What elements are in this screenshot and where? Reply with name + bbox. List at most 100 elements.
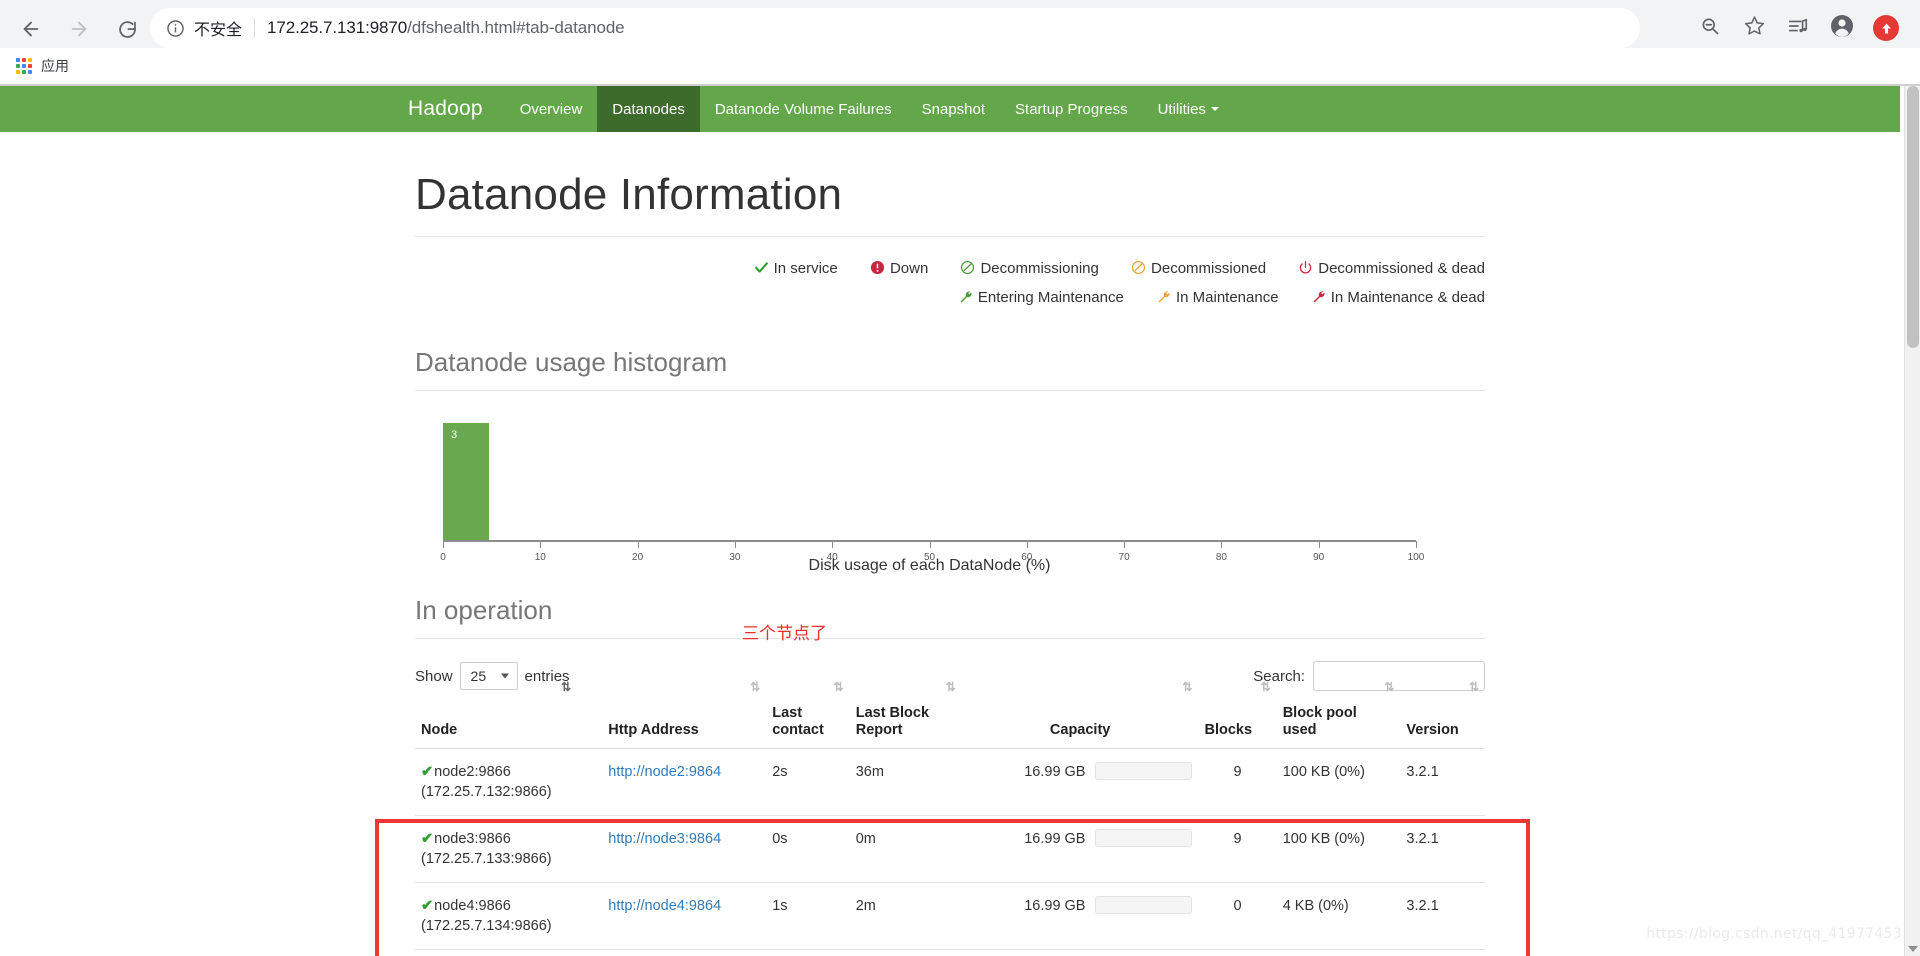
cell-node-name: node2:9866	[434, 764, 511, 780]
table-footer: Showing 1 to 3 of 3 entries Previous 1 N…	[415, 950, 1485, 956]
scrollbar-thumb[interactable]	[1907, 86, 1919, 348]
browser-toolbar-icons	[1690, 8, 1906, 48]
reading-list-icon	[1787, 15, 1809, 42]
column-header-blocks-l2: Blocks	[1204, 722, 1253, 738]
column-header-last-block-report-l1: Last Block	[855, 705, 930, 721]
capacity-progress-bar	[1095, 896, 1193, 914]
legend-decommissioning-label: Decommissioning	[980, 260, 1099, 277]
legend-in-maintenance-label: In Maintenance	[1175, 289, 1279, 306]
profile-avatar-icon	[1830, 14, 1854, 43]
annotation-note: 三个节点了	[742, 624, 827, 644]
http-address-link[interactable]: http://node4:9864	[608, 898, 721, 914]
http-address-link[interactable]: http://node3:9864	[608, 831, 721, 847]
cell-last-contact: 2s	[766, 748, 850, 816]
legend-down-label: Down	[889, 260, 929, 277]
nav-item-datanode-volume-failures[interactable]: Datanode Volume Failures	[700, 86, 907, 132]
column-header-last-block-report[interactable]: ⇅ Last Block Report	[849, 681, 962, 749]
table-head: ⇅ Node ⇅ Http Address ⇅ Last contact ⇅ L…	[415, 681, 1485, 749]
nav-item-snapshot[interactable]: Snapshot	[907, 86, 1000, 132]
legend-entering-maintenance-label: Entering Maintenance	[977, 289, 1124, 306]
column-header-capacity[interactable]: ⇅ Capacity	[961, 681, 1199, 749]
cell-node: ✔node3:9866 (172.25.7.133:9866)	[415, 815, 603, 883]
bookmark-button[interactable]	[1734, 8, 1774, 48]
sort-icon[interactable]: ⇅	[750, 681, 760, 693]
omnibox-divider	[254, 18, 256, 38]
sort-icon[interactable]: ⇅	[1182, 681, 1192, 693]
forward-button[interactable]	[58, 8, 100, 50]
sort-icon[interactable]: ⇅	[946, 681, 956, 693]
update-icon	[1873, 15, 1899, 41]
nav-item-overview[interactable]: Overview	[505, 86, 598, 132]
check-icon: ✔	[421, 764, 434, 780]
legend-down: Down	[868, 255, 928, 284]
cell-node: ✔node2:9866 (172.25.7.132:9866)	[415, 748, 603, 816]
sort-icon[interactable]: ⇅	[561, 681, 571, 693]
sort-icon[interactable]: ⇅	[1469, 681, 1479, 693]
capacity-text: 16.99 GB	[1024, 764, 1086, 780]
histogram-bar-label: 3	[451, 429, 458, 441]
histogram-axis-title: Disk usage of each DataNode (%)	[808, 557, 1051, 574]
profile-button[interactable]	[1822, 8, 1862, 48]
wrench-icon	[1309, 286, 1326, 313]
datanodes-table: ⇅ Node ⇅ Http Address ⇅ Last contact ⇅ L…	[415, 681, 1485, 950]
table-row: ✔node4:9866 (172.25.7.134:9866) http://nod…	[415, 882, 1485, 950]
info-circle-icon[interactable]	[166, 19, 185, 38]
navbar-brand[interactable]: Hadoop	[396, 86, 505, 132]
search-input[interactable]	[1313, 661, 1485, 691]
check-icon: ✔	[421, 831, 434, 847]
slashed-circle-icon	[1129, 257, 1146, 284]
legend-in-maintenance-dead-label: In Maintenance & dead	[1330, 289, 1485, 306]
histogram-tick	[1026, 541, 1028, 548]
legend-in-service-label: In service	[773, 260, 838, 277]
capacity-progress-bar	[1095, 829, 1193, 847]
show-entries-control: Show 25 entries	[415, 662, 570, 690]
cell-capacity: 16.99 GB	[961, 815, 1199, 883]
url-host: 172.25.7.131:9870	[267, 18, 408, 37]
cell-capacity: 16.99 GB	[961, 882, 1199, 950]
nav-item-utilities[interactable]: Utilities	[1143, 86, 1234, 132]
sort-icon[interactable]: ⇅	[1261, 681, 1271, 693]
sort-icon[interactable]: ⇅	[834, 681, 844, 693]
column-header-node-l2: Node	[421, 722, 458, 738]
scroll-down-arrow-icon[interactable]	[1908, 946, 1918, 952]
update-button[interactable]	[1866, 8, 1906, 48]
sort-icon[interactable]: ⇅	[1384, 681, 1394, 693]
column-header-last-contact[interactable]: ⇅ Last contact	[766, 681, 850, 749]
http-address-link[interactable]: http://node2:9864	[608, 764, 721, 780]
histogram-tick	[832, 541, 834, 548]
hadoop-navbar: Hadoop Overview Datanodes Datanode Volum…	[0, 86, 1900, 132]
page-scrollbar[interactable]	[1904, 86, 1920, 956]
column-header-blocks[interactable]: ⇅ Blocks	[1198, 681, 1277, 749]
back-button[interactable]	[10, 8, 52, 50]
watermark: https://blog.csdn.net/qq_41977453	[1646, 926, 1902, 942]
slashed-circle-icon	[958, 257, 975, 284]
forward-arrow-icon	[68, 18, 90, 40]
legend-in-maintenance: In Maintenance	[1154, 284, 1279, 313]
cell-node: ✔node4:9866 (172.25.7.134:9866)	[415, 882, 603, 950]
column-header-version[interactable]: ⇅ Version	[1400, 681, 1485, 749]
zoom-out-icon	[1700, 16, 1720, 41]
bookmark-apps[interactable]: 应用	[16, 56, 69, 76]
reload-button[interactable]	[106, 8, 148, 50]
histogram-tick	[443, 541, 444, 548]
legend-decommissioning: Decommissioning	[958, 255, 1099, 284]
nav-item-startup-progress[interactable]: Startup Progress	[1000, 86, 1143, 132]
column-header-block-pool-used-l1: Block pool	[1282, 705, 1357, 721]
column-header-node[interactable]: ⇅ Node	[415, 681, 603, 749]
table-row: ✔node2:9866 (172.25.7.132:9866) http://nod…	[415, 748, 1485, 816]
reading-list-button[interactable]	[1778, 8, 1818, 48]
cell-node-address: (172.25.7.133:9866)	[421, 851, 552, 867]
check-icon	[752, 257, 769, 284]
nav-item-datanodes[interactable]: Datanodes	[597, 86, 700, 132]
histogram-bar[interactable]: 3	[443, 423, 489, 541]
column-header-block-pool-used[interactable]: ⇅ Block pool used	[1276, 681, 1401, 749]
entries-select[interactable]: 25	[459, 662, 518, 690]
legend-decommissioned-dead-label: Decommissioned & dead	[1318, 260, 1485, 277]
column-header-http-address[interactable]: ⇅ Http Address	[602, 681, 767, 749]
url-text: 172.25.7.131:9870/dfshealth.html#tab-dat…	[267, 18, 625, 38]
address-bar[interactable]: 不安全 172.25.7.131:9870/dfshealth.html#tab…	[150, 8, 1640, 48]
legend-in-maintenance-dead: In Maintenance & dead	[1309, 284, 1485, 313]
cell-last-block-report: 2m	[849, 882, 962, 950]
zoom-out-button[interactable]	[1690, 8, 1730, 48]
histogram-tick	[637, 541, 639, 548]
